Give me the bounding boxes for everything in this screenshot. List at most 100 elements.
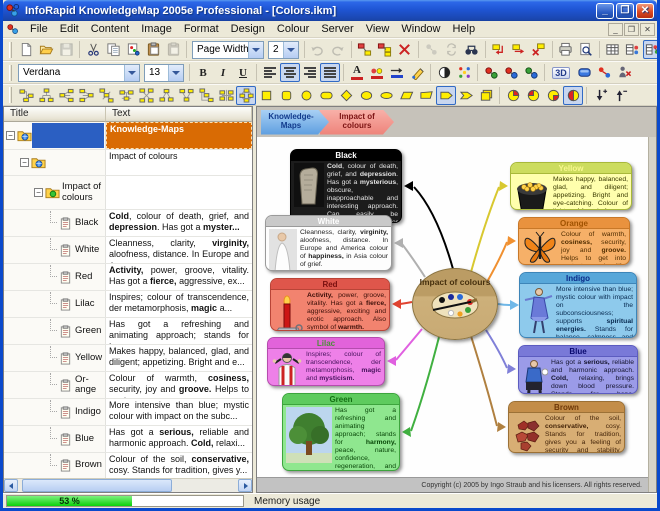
map-node-blue[interactable]: BlueHas got a serious, reliable and harm… xyxy=(518,345,638,394)
shape-arrow-tab-button[interactable] xyxy=(456,86,476,105)
table-row-green[interactable]: GreenHas got a refreshing and animating … xyxy=(4,318,252,345)
view-map-and-table-button[interactable] xyxy=(643,40,660,59)
map-node-red[interactable]: RedActivity, power, groove, vitality. Ha… xyxy=(270,278,390,331)
map-node-black[interactable]: BlackCold, colour of death, grief, and d… xyxy=(290,149,402,223)
layout-pyramid-down-button[interactable] xyxy=(176,86,196,105)
title-cell[interactable]: White xyxy=(4,237,106,263)
pie-quarter-bottom-button[interactable] xyxy=(543,86,563,105)
3d-view-button[interactable]: 3D xyxy=(548,63,574,82)
layout-tree-left-button[interactable] xyxy=(16,86,36,105)
layout-columns-button[interactable] xyxy=(216,86,236,105)
map-node-indigo[interactable]: IndigoMore intensive than blue; mystic c… xyxy=(519,272,637,338)
map-vertical-scrollbar[interactable] xyxy=(648,137,656,492)
line-color-button[interactable] xyxy=(387,63,407,82)
move-item-out-button[interactable] xyxy=(509,40,529,59)
table-row-lilac[interactable]: LilacInspires; colour of transcendence, … xyxy=(4,291,252,318)
menu-content[interactable]: Content xyxy=(85,22,136,36)
map-node-green[interactable]: GreenHas got a refreshing and animating … xyxy=(282,393,400,471)
paste-button[interactable] xyxy=(143,40,163,59)
shape-square-button[interactable] xyxy=(256,86,276,105)
open-file-button[interactable] xyxy=(36,40,56,59)
map-node-white[interactable]: WhiteCleanness, clarity, virginity, aloo… xyxy=(265,215,392,271)
mdi-minimize-button[interactable]: _ xyxy=(608,23,623,36)
table-row-blue[interactable]: BlueHas got a serious, reliable and harm… xyxy=(4,426,252,453)
title-cell[interactable]: − xyxy=(4,122,106,149)
print-preview-button[interactable] xyxy=(576,40,596,59)
shape-stack-button[interactable] xyxy=(476,86,496,105)
collapse-level-button[interactable] xyxy=(610,86,630,105)
shape-diamond-button[interactable] xyxy=(336,86,356,105)
map-node-brown[interactable]: BrownColour of the soil, conservative, c… xyxy=(508,401,625,453)
depth-combobox[interactable]: 2 xyxy=(268,41,299,59)
swap-items-button[interactable] xyxy=(442,40,462,59)
copy-button[interactable] xyxy=(103,40,123,59)
expand-level-button[interactable] xyxy=(590,86,610,105)
shape-tab-button[interactable] xyxy=(436,86,456,105)
chevron-down-icon[interactable] xyxy=(248,42,263,58)
menu-colour[interactable]: Colour xyxy=(271,22,315,36)
pie-quarter-left-button[interactable] xyxy=(523,86,543,105)
colorize-red-blue-button[interactable] xyxy=(501,63,521,82)
text-cell[interactable] xyxy=(106,176,252,209)
table-row-indigo[interactable]: IndigoMore intensive than blue; mystic c… xyxy=(4,399,252,426)
chevron-down-icon[interactable] xyxy=(283,42,298,58)
search-button[interactable] xyxy=(462,40,482,59)
delete-item-button[interactable] xyxy=(395,40,415,59)
text-cell[interactable]: Has got a refreshing and animating appro… xyxy=(106,318,252,344)
align-center-button[interactable] xyxy=(280,63,300,82)
chevron-down-icon[interactable] xyxy=(124,65,139,81)
view-table-button[interactable] xyxy=(603,40,623,59)
mdi-close-button[interactable]: ✕ xyxy=(640,23,655,36)
menu-edit[interactable]: Edit xyxy=(54,22,85,36)
relation-style-button[interactable] xyxy=(594,63,614,82)
title-cell[interactable]: Red xyxy=(4,264,106,290)
table-row-red[interactable]: RedActivity, power, groove, vitality. Ha… xyxy=(4,264,252,291)
scatter-colors-button[interactable] xyxy=(454,63,474,82)
shape-rounded-square-button[interactable] xyxy=(276,86,296,105)
menu-design[interactable]: Design xyxy=(225,22,271,36)
map-center-node[interactable]: Impact of colours xyxy=(412,268,498,340)
title-cell[interactable]: Black xyxy=(4,210,106,236)
mdi-restore-button[interactable]: ❐ xyxy=(624,23,639,36)
link-items-button[interactable] xyxy=(422,40,442,59)
menu-help[interactable]: Help xyxy=(447,22,482,36)
table-horizontal-scrollbar[interactable] xyxy=(4,478,252,492)
map-node-orange[interactable]: OrangeColour of warmth, cosiness, securi… xyxy=(518,217,630,265)
view-table-and-map-button[interactable] xyxy=(623,40,643,59)
table-row-impact-of-colours-map[interactable]: −Impact of colours xyxy=(4,150,252,176)
contrast-button[interactable] xyxy=(434,63,454,82)
layout-org-chart-button[interactable] xyxy=(36,86,56,105)
close-button[interactable]: ✕ xyxy=(636,3,654,19)
redo-button[interactable] xyxy=(328,40,348,59)
align-right-button[interactable] xyxy=(300,63,320,82)
layout-rows-button[interactable] xyxy=(196,86,216,105)
text-cell[interactable]: Has got a serious, reliable and harmonic… xyxy=(106,426,252,452)
text-cell[interactable]: Colour of warmth, cosiness, security, jo… xyxy=(106,372,252,398)
toolbar-grip[interactable] xyxy=(9,42,12,58)
maximize-button[interactable]: ❐ xyxy=(616,3,634,19)
print-button[interactable] xyxy=(556,40,576,59)
menu-window[interactable]: Window xyxy=(395,22,446,36)
copy-as-picture-button[interactable] xyxy=(123,40,143,59)
text-cell[interactable]: Activity, power, groove, vitality. Has g… xyxy=(106,264,252,290)
title-cell[interactable]: − xyxy=(4,150,106,175)
save-button[interactable] xyxy=(56,40,76,59)
title-cell[interactable]: Green xyxy=(4,318,106,344)
toolbar-grip[interactable] xyxy=(9,87,12,103)
map-canvas[interactable]: Impact of colours xyxy=(257,137,648,492)
table-row-black[interactable]: BlackCold, colour of death, grief, and d… xyxy=(4,210,252,237)
bold-button[interactable]: B xyxy=(193,63,213,82)
font-combobox[interactable]: Verdana xyxy=(18,64,140,82)
table-row-orange[interactable]: Or­angeColour of warmth, cosiness, secur… xyxy=(4,372,252,399)
align-left-button[interactable] xyxy=(260,63,280,82)
text-cell[interactable]: Inspires; colour of transcendence, der m… xyxy=(106,291,252,317)
collapse-icon[interactable]: − xyxy=(34,188,43,197)
text-cell[interactable]: Makes happy, balanced, glad, and diligen… xyxy=(106,345,252,371)
table-row-yellow[interactable]: YellowMakes happy, balanced, glad, and d… xyxy=(4,345,252,372)
shape-skewed-rect-button[interactable] xyxy=(416,86,436,105)
item-color-button[interactable] xyxy=(367,63,387,82)
shape-circle-button[interactable] xyxy=(296,86,316,105)
layout-branch-button[interactable] xyxy=(96,86,116,105)
map-node-yellow[interactable]: YellowMakes happy, balanced, glad, and d… xyxy=(510,162,632,210)
undo-button[interactable] xyxy=(308,40,328,59)
